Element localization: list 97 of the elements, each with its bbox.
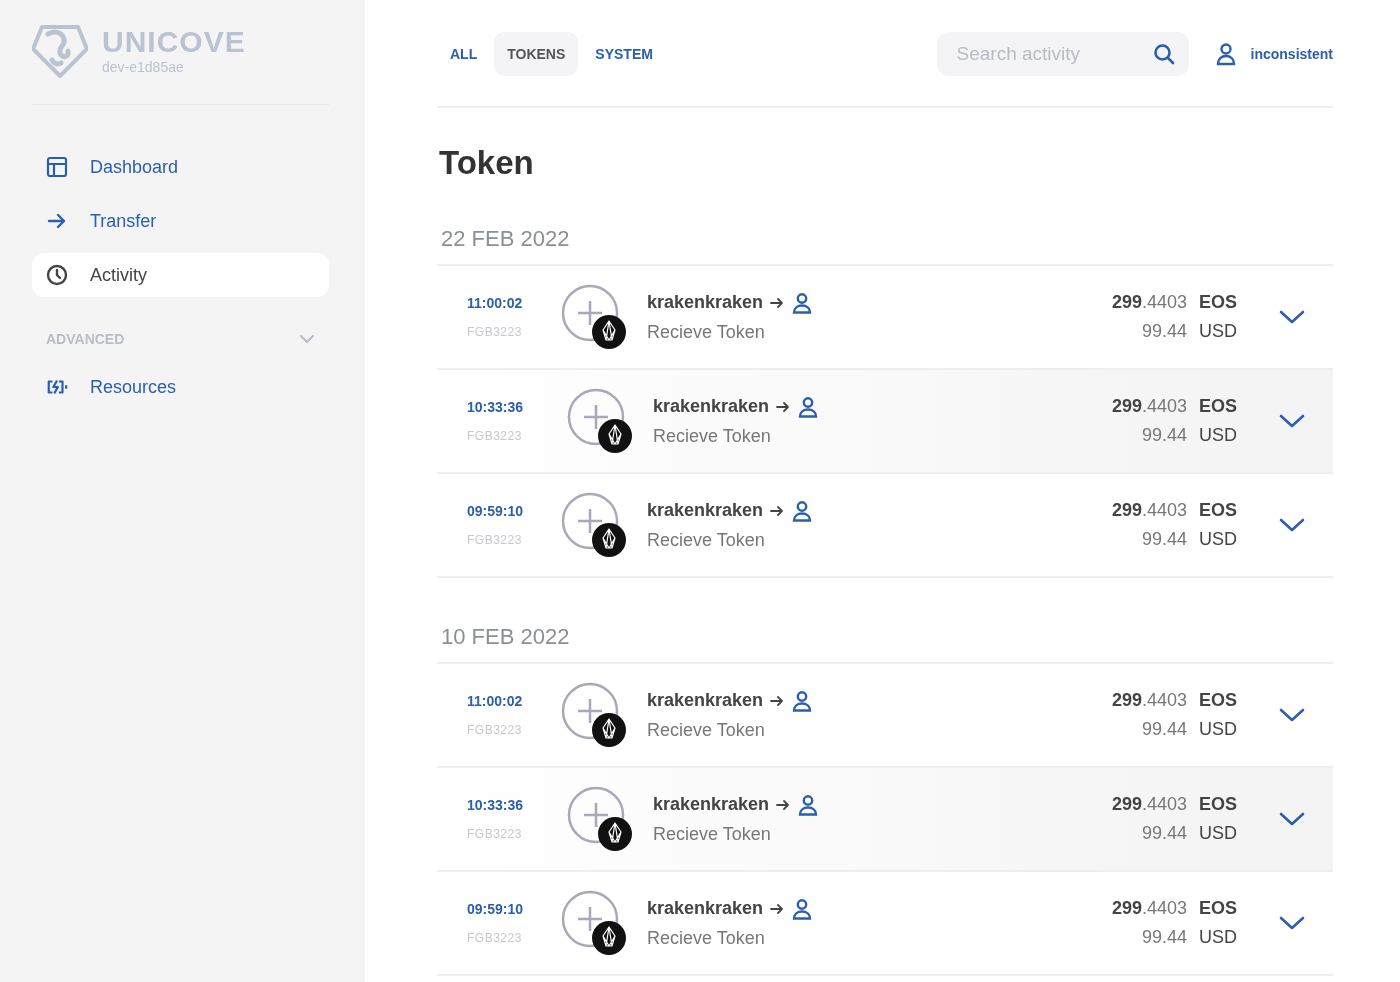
token-symbol: EOS (1199, 898, 1238, 919)
date-heading: 10 FEB 2022 (441, 624, 571, 650)
activity-row[interactable]: 09:59:10 FGB3223 krakenkraken Recieve Token 299.4403 EOS 99.44 USD (437, 474, 1333, 578)
user-icon (791, 499, 814, 522)
action-label: Recieve Token (647, 529, 766, 551)
transaction-id: FGB3223 (467, 325, 523, 339)
chevron-down-icon[interactable] (1279, 915, 1305, 931)
arrow-right-icon (775, 399, 792, 414)
currency-label: USD (1199, 823, 1238, 844)
user-icon (797, 793, 820, 816)
arrow-right-icon (769, 901, 786, 916)
token-symbol: EOS (1199, 500, 1238, 521)
fiat-value: 99.44 (1140, 719, 1187, 740)
chevron-down-icon[interactable] (1279, 707, 1305, 723)
user-icon[interactable] (1214, 42, 1237, 66)
token-receive-icon (567, 388, 633, 454)
transaction-id: FGB3223 (467, 827, 523, 841)
currency-label: USD (1199, 927, 1238, 948)
chevron-down-icon[interactable] (1279, 517, 1305, 533)
arrow-right-icon (769, 503, 786, 518)
fiat-value: 99.44 (1140, 321, 1187, 342)
fiat-value: 99.44 (1140, 425, 1187, 446)
search-icon[interactable] (1152, 43, 1175, 65)
account-name: krakenkraken (647, 292, 764, 313)
filter-tab[interactable]: ALL (437, 32, 491, 76)
currency-label: USD (1199, 425, 1238, 446)
token-symbol: EOS (1199, 794, 1238, 815)
token-amount: 299.4403 (1111, 690, 1187, 711)
sidebar-item[interactable]: Resources (32, 365, 329, 409)
action-label: Recieve Token (653, 823, 772, 845)
account-name: krakenkraken (647, 500, 764, 521)
transaction-id: FGB3223 (467, 429, 523, 443)
user-icon (791, 897, 814, 920)
section-title: ADVANCED (46, 331, 125, 347)
account-name: krakenkraken (653, 794, 770, 815)
currency-label: USD (1199, 321, 1238, 342)
user-icon (791, 689, 814, 712)
activity-time: 11:00:02 (467, 295, 524, 311)
logo-icon (32, 24, 88, 78)
chevron-down-icon[interactable] (1279, 811, 1305, 827)
activity-row[interactable]: 10:33:36 FGB3223 krakenkraken Recieve Token 299.4403 EOS 99.44 USD (437, 370, 1333, 474)
transaction-id: FGB3223 (467, 533, 523, 547)
chevron-down-icon[interactable] (1279, 309, 1305, 325)
activity-time: 10:33:36 (467, 399, 525, 415)
token-receive-icon (561, 682, 627, 748)
chevron-down-icon[interactable] (1279, 413, 1305, 429)
currency-label: USD (1199, 719, 1238, 740)
fiat-value: 99.44 (1140, 927, 1187, 948)
sidebar-item[interactable]: Dashboard (32, 145, 329, 189)
layout-icon (46, 156, 68, 178)
date-heading: 22 FEB 2022 (441, 226, 571, 252)
action-label: Recieve Token (647, 321, 766, 343)
arrow-right-icon (769, 693, 786, 708)
activity-row[interactable]: 10:33:36 FGB3223 krakenkraken Recieve Token 299.4403 EOS 99.44 USD (437, 768, 1333, 872)
account-name: krakenkraken (647, 690, 764, 711)
page-title: Token (439, 144, 535, 182)
sidebar-item[interactable]: Transfer (32, 199, 329, 243)
activity-time: 11:00:02 (467, 693, 524, 709)
search-field[interactable]: Search activity (936, 32, 1189, 76)
account-name: krakenkraken (653, 396, 770, 417)
activity-time: 10:33:36 (467, 797, 525, 813)
action-label: Recieve Token (647, 927, 766, 949)
arrow-right-icon (769, 295, 786, 310)
transaction-id: FGB3223 (467, 931, 523, 945)
filter-tab[interactable]: TOKENS (494, 32, 579, 76)
token-symbol: EOS (1199, 292, 1238, 313)
token-amount: 299.4403 (1111, 396, 1187, 417)
token-amount: 299.4403 (1111, 292, 1187, 313)
token-amount: 299.4403 (1111, 500, 1187, 521)
battery-charging-icon (46, 378, 68, 396)
fiat-value: 99.44 (1140, 823, 1187, 844)
filter-tab[interactable]: SYSTEM (582, 32, 666, 76)
sidebar-item[interactable]: Activity (32, 253, 329, 297)
user-icon (791, 291, 814, 314)
fiat-value: 99.44 (1140, 529, 1187, 550)
token-symbol: EOS (1199, 690, 1238, 711)
token-symbol: EOS (1199, 396, 1238, 417)
token-receive-icon (561, 284, 627, 350)
transaction-id: FGB3223 (467, 723, 523, 737)
currency-label: USD (1199, 529, 1238, 550)
activity-time: 09:59:10 (467, 503, 525, 519)
action-label: Recieve Token (653, 425, 772, 447)
token-receive-icon (561, 890, 627, 956)
user-icon (797, 395, 820, 418)
action-label: Recieve Token (647, 719, 766, 741)
logo-wordmark: UNICOVE (102, 27, 246, 57)
activity-time: 09:59:10 (467, 901, 525, 917)
clock-icon (46, 264, 68, 286)
activity-row[interactable]: 09:59:10 FGB3223 krakenkraken Recieve Token 299.4403 EOS 99.44 USD (437, 872, 1333, 976)
environment-label: dev-e1d85ae (102, 59, 185, 75)
arrow-right-icon (775, 797, 792, 812)
token-receive-icon (567, 786, 633, 852)
account-name: krakenkraken (647, 898, 764, 919)
token-amount: 299.4403 (1111, 898, 1187, 919)
account-name[interactable]: inconsistent (1250, 46, 1333, 62)
token-receive-icon (561, 492, 627, 558)
token-amount: 299.4403 (1111, 794, 1187, 815)
